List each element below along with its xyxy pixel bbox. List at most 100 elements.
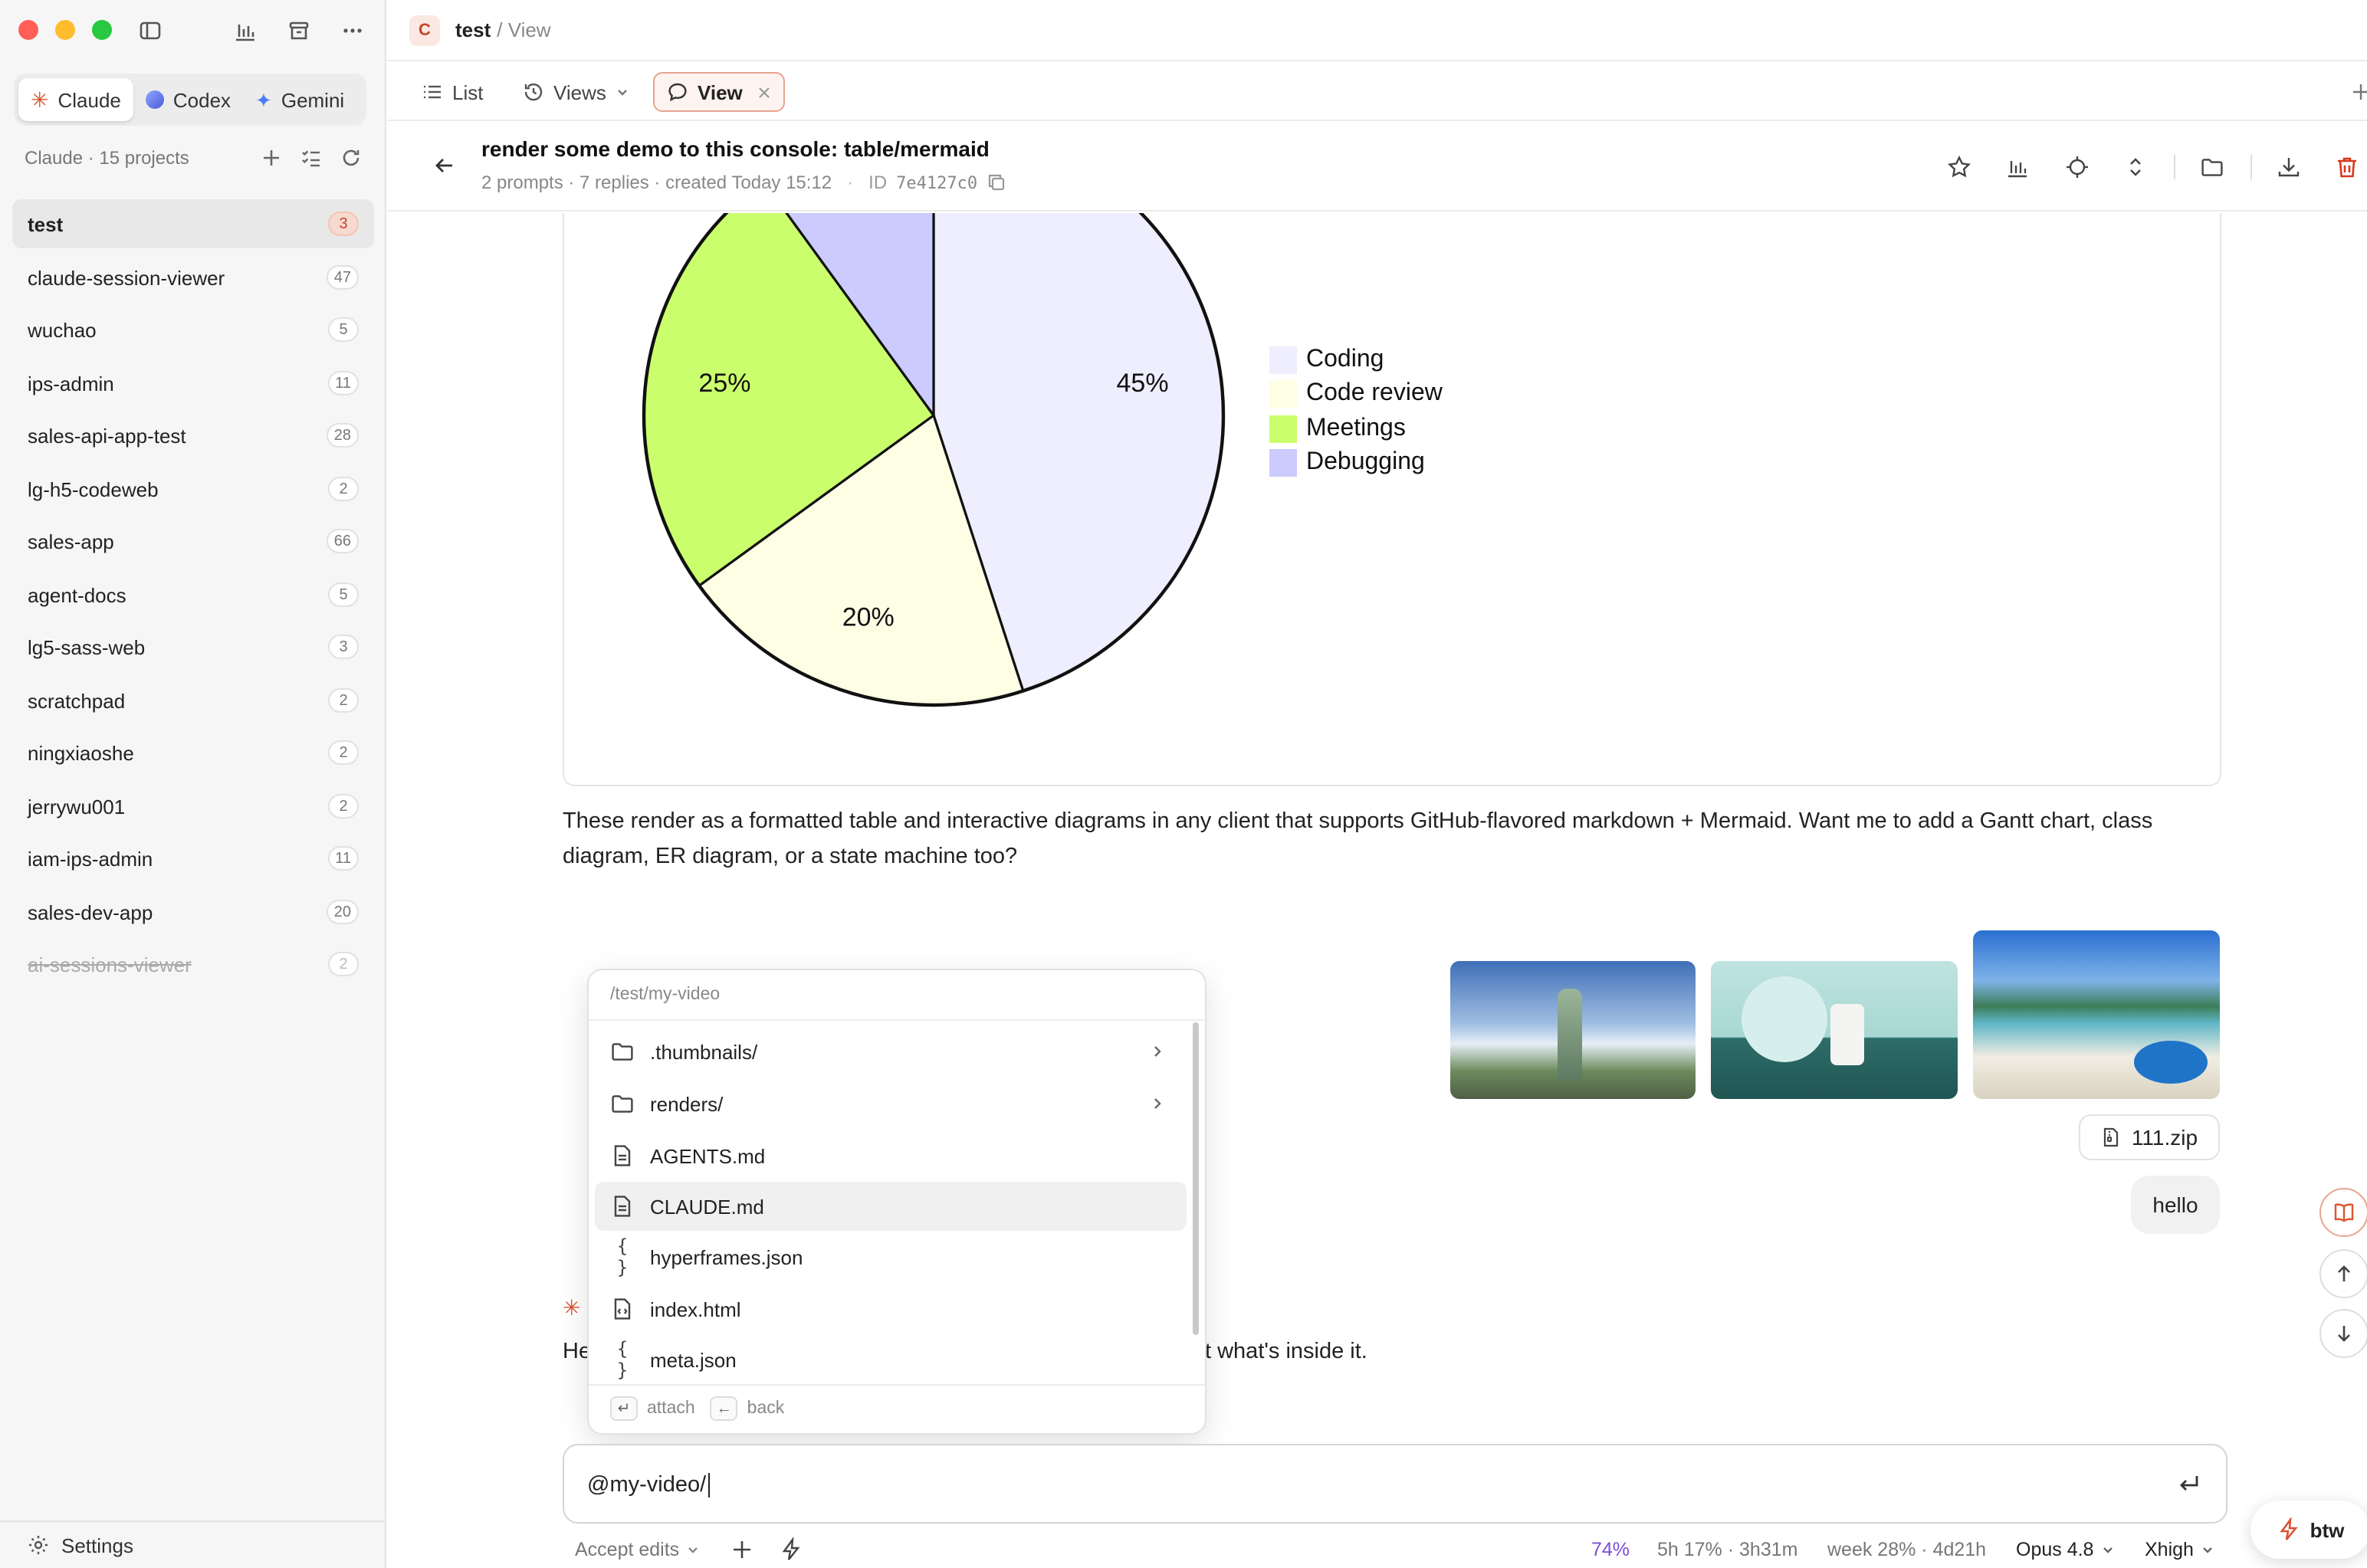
project-item[interactable]: ips-admin 11 [12, 359, 374, 408]
session-usage: 5h 17% · 3h31m [1657, 1539, 1798, 1560]
project-item[interactable]: sales-api-app-test 28 [12, 411, 374, 460]
file-name: hyperframes.json [650, 1245, 803, 1268]
download-icon[interactable] [2273, 152, 2304, 182]
btw-button[interactable]: btw [2250, 1501, 2367, 1559]
project-item[interactable]: sales-app 66 [12, 517, 374, 566]
toolbar-divider [2250, 155, 2252, 179]
projects-count-label: Claude · 15 projects [25, 147, 189, 169]
legend-swatch [1269, 380, 1297, 408]
tab-view[interactable]: View [653, 72, 786, 112]
folder-icon[interactable] [2197, 152, 2227, 182]
project-count-badge: 2 [328, 952, 359, 976]
file-item[interactable]: { } hyperframes.json [595, 1232, 1187, 1281]
project-item[interactable]: iam-ips-admin 11 [12, 834, 374, 883]
project-item-archived[interactable]: ai-sessions-viewer 2 [12, 940, 374, 989]
project-name: ips-admin [28, 372, 114, 395]
project-count-badge: 5 [328, 582, 359, 607]
file-item[interactable]: { } meta.json [595, 1335, 1187, 1384]
gear-icon [28, 1534, 49, 1556]
provider-tab-claude[interactable]: ✳ Claude [18, 78, 133, 121]
send-enter-icon[interactable] [2177, 1471, 2201, 1496]
session-meta: 2 prompts · 7 replies · created Today 15… [481, 172, 1005, 193]
project-item[interactable]: lg-h5-codeweb 2 [12, 464, 374, 513]
trash-icon[interactable] [2332, 152, 2362, 182]
file-item-folder[interactable]: renders/ [595, 1079, 1187, 1128]
window-minimize-button[interactable] [55, 20, 75, 40]
checklist-icon[interactable] [300, 147, 322, 169]
more-icon[interactable] [339, 17, 366, 44]
reading-mode-button[interactable] [2319, 1188, 2367, 1237]
pie-label-code-review: 20% [842, 602, 895, 631]
context-usage[interactable]: 74% [1591, 1539, 1630, 1560]
sidebar-toggle-icon[interactable] [136, 17, 164, 44]
legend-swatch [1269, 449, 1297, 477]
add-project-icon[interactable] [261, 147, 282, 169]
project-count-badge: 11 [327, 846, 359, 871]
pie-chart: 45% 20% 25% [642, 213, 1226, 707]
attached-image-statue[interactable] [1450, 961, 1696, 1099]
scroll-up-button[interactable] [2319, 1249, 2367, 1298]
project-item[interactable]: jerrywu001 2 [12, 782, 374, 831]
tab-views[interactable]: Views [510, 72, 643, 112]
expand-collapse-icon[interactable] [2120, 152, 2151, 182]
session-title: render some demo to this console: table/… [481, 136, 990, 161]
file-item-selected[interactable]: CLAUDE.md [595, 1182, 1187, 1231]
legend-label: Coding [1306, 346, 1384, 372]
project-item[interactable]: agent-docs 5 [12, 570, 374, 619]
new-tab-icon[interactable] [2350, 81, 2367, 103]
pool-shape [2134, 1041, 2208, 1084]
legend-label: Debugging [1306, 449, 1425, 475]
model-select[interactable]: Opus 4.8 [2016, 1539, 2115, 1560]
provider-tab-gemini[interactable]: ✦ Gemini [243, 78, 356, 121]
arrow-up-icon [2333, 1263, 2355, 1284]
project-item[interactable]: ningxiaoshe 2 [12, 728, 374, 777]
project-item[interactable]: scratchpad 2 [12, 676, 374, 725]
file-item[interactable]: index.html [595, 1284, 1187, 1333]
copy-icon[interactable] [987, 173, 1005, 192]
add-attachment-icon[interactable] [730, 1537, 754, 1562]
claude-burst-icon: ✳ [31, 87, 49, 112]
settings-button[interactable]: Settings [0, 1520, 386, 1568]
permission-mode-select[interactable]: Accept edits [575, 1539, 701, 1560]
crosshair-icon[interactable] [2062, 152, 2093, 182]
file-item-folder[interactable]: .thumbnails/ [595, 1027, 1187, 1076]
stats-icon[interactable] [231, 17, 259, 44]
provider-tabs: ✳ Claude Codex ✦ Gemini [14, 74, 366, 126]
json-braces-icon: { } [616, 1235, 629, 1278]
provider-tab-codex[interactable]: Codex [133, 78, 243, 121]
project-item[interactable]: sales-dev-app 20 [12, 887, 374, 937]
stats-icon[interactable] [2002, 152, 2033, 182]
lightning-icon[interactable] [779, 1537, 803, 1562]
project-count-badge: 47 [326, 265, 359, 290]
window-maximize-button[interactable] [92, 20, 112, 40]
product-shape [1830, 1004, 1864, 1065]
tab-list[interactable]: List [409, 72, 495, 112]
message-input[interactable]: @my-video/ [587, 1473, 710, 1497]
popup-divider [589, 1019, 1205, 1021]
attached-image-beach[interactable] [1973, 930, 2220, 1099]
legend-item: Debugging [1269, 448, 1425, 478]
claude-burst-icon: ✳ [563, 1295, 581, 1320]
archive-icon[interactable] [285, 17, 313, 44]
popup-scrollbar[interactable] [1193, 1022, 1199, 1335]
view-tabs-bar: List Views View [388, 63, 2367, 121]
project-name: jerrywu001 [28, 795, 126, 818]
attached-image-product[interactable] [1711, 961, 1958, 1099]
window-close-button[interactable] [18, 20, 38, 40]
back-arrow-icon[interactable] [431, 152, 458, 179]
close-icon[interactable] [758, 85, 772, 99]
project-item-test[interactable]: test 3 [12, 199, 374, 248]
effort-select[interactable]: Xhigh [2145, 1539, 2215, 1560]
scroll-down-button[interactable] [2319, 1309, 2367, 1358]
file-item[interactable]: AGENTS.md [595, 1131, 1187, 1180]
zip-attachment[interactable]: 111.zip [2079, 1114, 2220, 1160]
star-icon[interactable] [1944, 152, 1975, 182]
session-id: 7e4127c0 [896, 172, 978, 192]
project-item[interactable]: wuchao 5 [12, 305, 374, 354]
project-name: sales-api-app-test [28, 424, 186, 447]
breadcrumb-project[interactable]: test [455, 18, 491, 41]
project-item[interactable]: lg5-sass-web 3 [12, 622, 374, 671]
message-input-box[interactable]: @my-video/ [563, 1444, 2227, 1524]
refresh-icon[interactable] [340, 147, 362, 169]
project-item[interactable]: claude-session-viewer 47 [12, 253, 374, 302]
